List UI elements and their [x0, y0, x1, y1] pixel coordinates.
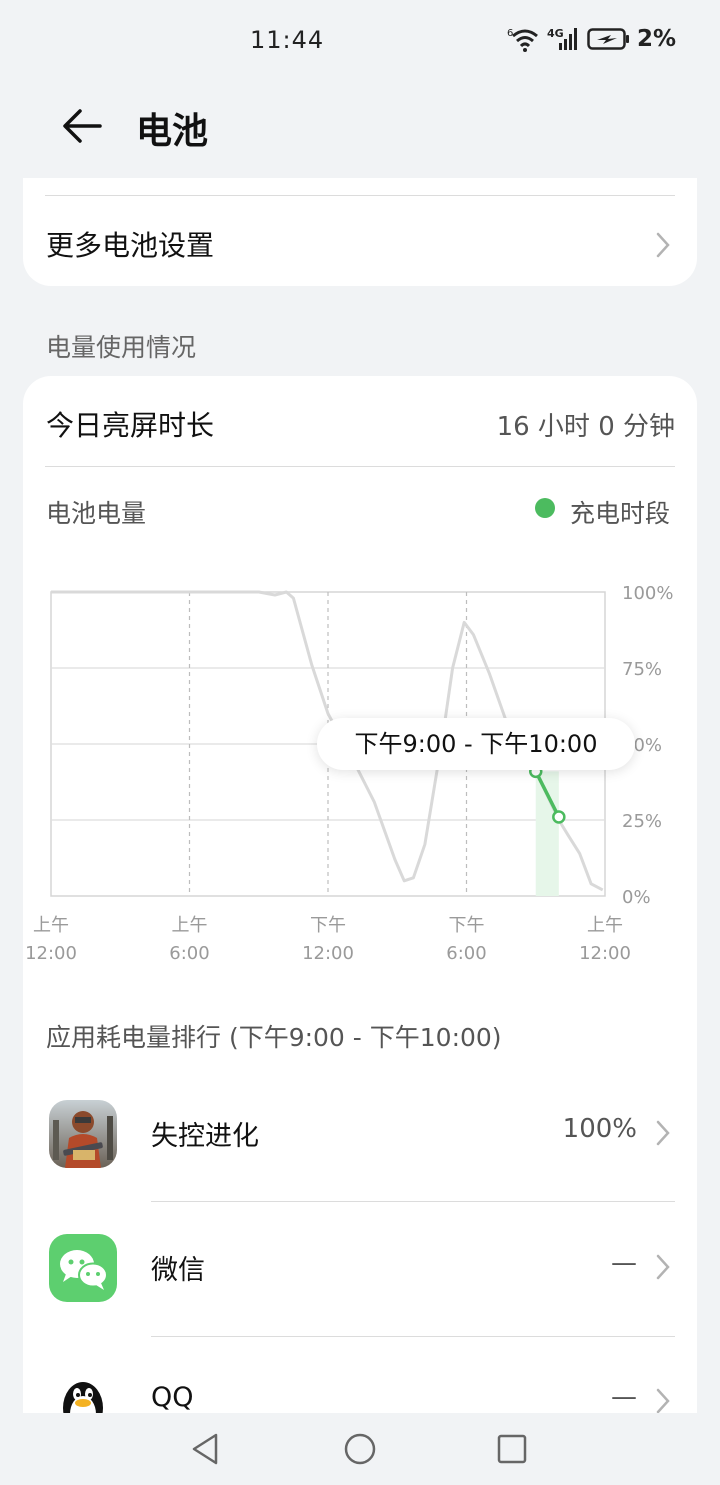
- more-battery-settings-row[interactable]: 更多电池设置: [23, 196, 697, 286]
- app-name: QQ: [151, 1382, 194, 1413]
- x-tick-time: 6:00: [446, 943, 486, 964]
- page-title: 电池: [136, 111, 209, 152]
- divider: [151, 1201, 675, 1202]
- settings-card: 更多电池设置: [23, 178, 697, 286]
- home-circle-icon[interactable]: [342, 1431, 378, 1467]
- time-range-tooltip: 下午9:00 - 下午10:00: [317, 718, 635, 770]
- x-tick-period: 上午: [587, 915, 623, 936]
- arrow-left-icon: [63, 109, 102, 143]
- charging-point: [552, 810, 566, 824]
- chevron-right-icon: [656, 1388, 670, 1414]
- x-tick-time: 6:00: [169, 943, 209, 964]
- x-tick-period: 下午: [449, 915, 485, 936]
- app-usage-value: —: [611, 1382, 637, 1412]
- x-tick-time: 12:00: [25, 943, 77, 964]
- back-triangle-icon[interactable]: [188, 1431, 224, 1467]
- x-tick-time: 12:00: [579, 943, 631, 964]
- recents-square-icon[interactable]: [494, 1431, 530, 1467]
- app-name: 失控进化: [151, 1121, 259, 1152]
- battery-chart[interactable]: 100%75%50%25%0% 上午12:00上午6:00下午12:00下午6:…: [23, 376, 697, 976]
- app-row-qq[interactable]: QQ —: [23, 1342, 697, 1416]
- chevron-right-icon: [656, 232, 670, 258]
- app-row-wechat[interactable]: 微信 —: [23, 1208, 697, 1342]
- x-tick-time: 12:00: [302, 943, 354, 964]
- wechat-icon: [49, 1234, 117, 1302]
- battery-percent: 2%: [636, 26, 676, 52]
- chevron-right-icon: [656, 1254, 670, 1280]
- qq-penguin-icon: [49, 1368, 117, 1416]
- charging-period-band: [535, 771, 559, 896]
- app-name: 微信: [151, 1255, 205, 1286]
- x-tick-period: 上午: [172, 915, 208, 936]
- divider: [151, 1336, 675, 1337]
- y-tick-label: 0%: [622, 887, 651, 908]
- chevron-right-icon: [656, 1120, 670, 1146]
- page-header: 电池: [0, 84, 720, 174]
- back-button[interactable]: [58, 102, 110, 150]
- usage-card: 今日亮屏时长 16 小时 0 分钟 电池电量 充电时段 100% 75% 50% 25…: [23, 376, 697, 1416]
- wifi-icon: 6: [507, 26, 541, 52]
- network-type: 4G: [547, 27, 564, 40]
- y-tick-label: 75%: [622, 659, 662, 680]
- app-usage-value: 100%: [562, 1114, 637, 1144]
- wifi-tag: 6: [507, 28, 513, 39]
- x-tick-period: 下午: [310, 915, 346, 936]
- signal-icon: 4G: [547, 26, 581, 52]
- status-bar: 11:44 6 4G 2%: [0, 0, 720, 84]
- more-battery-settings-label: 更多电池设置: [46, 229, 215, 262]
- usage-section-title: 电量使用情况: [46, 333, 197, 362]
- game-icon: [49, 1100, 117, 1168]
- navigation-bar: [0, 1413, 720, 1485]
- status-time: 11:44: [250, 26, 325, 54]
- x-tick-period: 上午: [33, 915, 69, 936]
- y-tick-label: 25%: [622, 811, 662, 832]
- app-row-shikong[interactable]: 失控进化 100%: [23, 1074, 697, 1208]
- y-tick-label: 100%: [622, 583, 673, 604]
- ranking-title: 应用耗电量排行 (下午9:00 - 下午10:00): [46, 1023, 502, 1052]
- app-usage-value: —: [611, 1248, 637, 1278]
- status-icons: 6 4G 2%: [507, 26, 676, 52]
- battery-charging-icon: [587, 26, 631, 52]
